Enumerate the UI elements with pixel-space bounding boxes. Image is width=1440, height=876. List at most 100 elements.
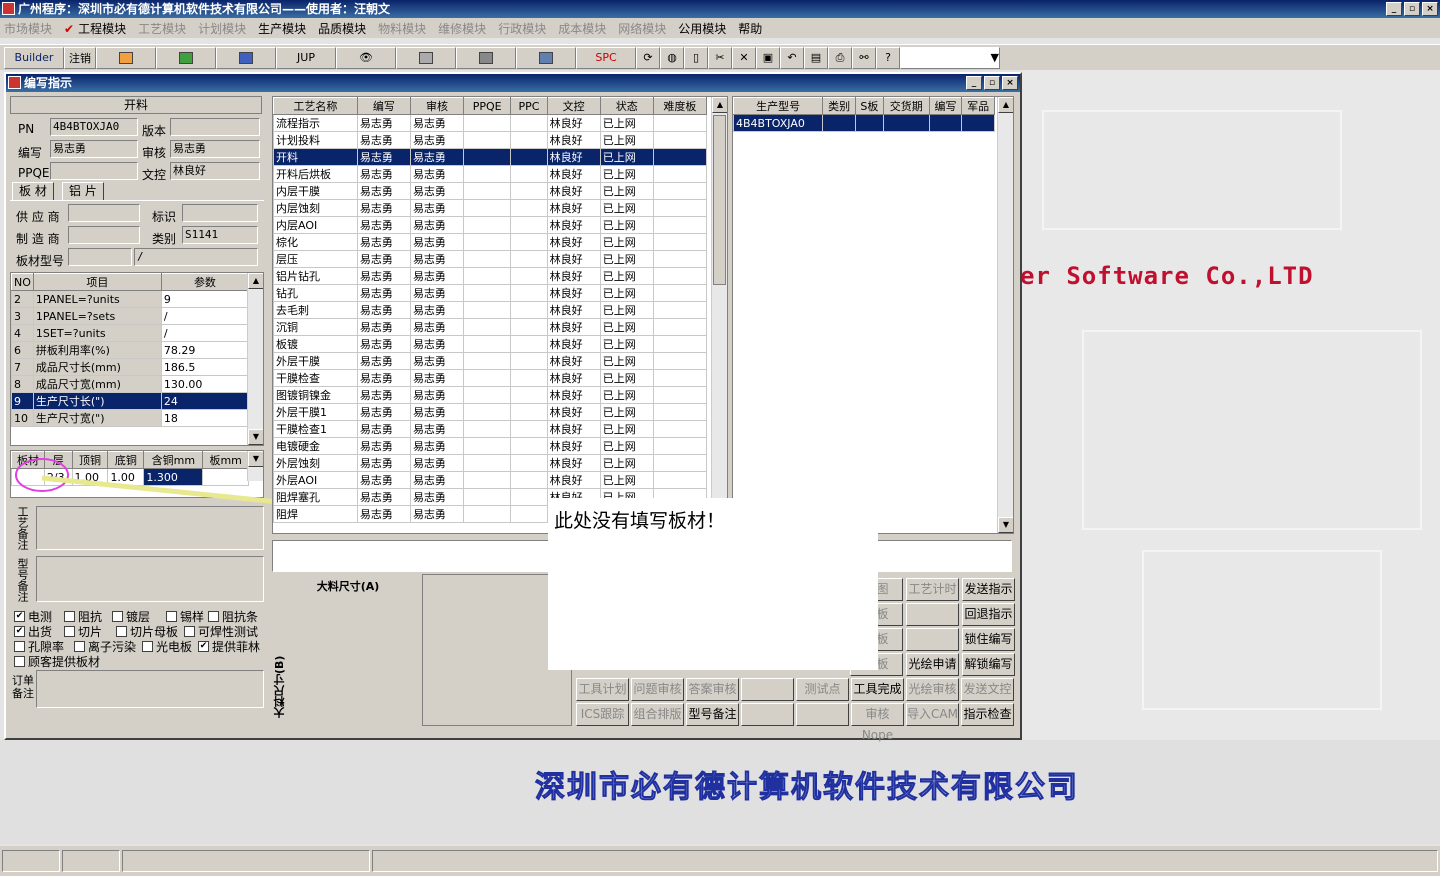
word-button[interactable] bbox=[216, 46, 276, 69]
table-row[interactable]: 层压 易志勇 易志勇 林良好 已上网 bbox=[273, 250, 708, 268]
menu-plan[interactable]: 计划模块 bbox=[198, 20, 246, 37]
menu-public[interactable]: 公用模块 bbox=[678, 20, 726, 37]
category-field[interactable]: S1141 bbox=[182, 226, 258, 244]
action-button[interactable]: 组合排版 bbox=[631, 703, 684, 726]
action-button[interactable]: 光绘申请 bbox=[906, 653, 959, 676]
table-row[interactable]: 去毛刺 易志勇 易志勇 林良好 已上网 bbox=[273, 301, 708, 319]
action-button[interactable] bbox=[796, 703, 849, 726]
action-button[interactable]: 锁住编写 bbox=[962, 628, 1015, 651]
action-button[interactable] bbox=[741, 678, 794, 701]
params-scrollbar[interactable]: ▲ ▼ bbox=[247, 273, 263, 445]
reviewer-field[interactable]: 易志勇 bbox=[170, 140, 260, 158]
action-button[interactable]: 审核Nope bbox=[851, 703, 904, 742]
checkbox-checked-icon[interactable]: ✔ bbox=[14, 611, 25, 622]
orders-header[interactable]: S板 bbox=[854, 97, 884, 115]
steps-header[interactable]: 难度板 bbox=[652, 97, 708, 115]
undo-button[interactable]: ↶ bbox=[780, 46, 804, 69]
option-checkbox[interactable]: 顾客提供板材 bbox=[14, 653, 100, 670]
database-button[interactable] bbox=[396, 46, 456, 69]
table-row[interactable]: 开料 易志勇 易志勇 林良好 已上网 bbox=[273, 148, 708, 166]
find-button[interactable]: ⚯ bbox=[852, 46, 876, 69]
eye-button[interactable]: 👁 bbox=[336, 46, 396, 69]
scroll-down-icon[interactable]: ▼ bbox=[248, 429, 263, 445]
scroll-up-icon[interactable]: ▲ bbox=[248, 273, 263, 289]
maximize-button[interactable]: ▫ bbox=[1404, 2, 1420, 16]
refresh-button[interactable]: ⟳ bbox=[636, 46, 660, 69]
mark-field[interactable] bbox=[182, 204, 258, 222]
menu-quality[interactable]: 品质模块 bbox=[318, 20, 366, 37]
doc-field[interactable]: 林良好 bbox=[170, 162, 260, 180]
new-button[interactable]: ▯ bbox=[684, 46, 708, 69]
menu-engineering[interactable]: ✔ 工程模块 bbox=[64, 20, 126, 37]
checkbox-empty-icon[interactable] bbox=[116, 626, 127, 637]
menu-cost[interactable]: 成本模块 bbox=[558, 20, 606, 37]
orders-header[interactable]: 交货期 bbox=[882, 97, 930, 115]
action-button[interactable]: 工艺计时 bbox=[906, 578, 959, 601]
help-button[interactable]: ? bbox=[876, 46, 900, 69]
table-row[interactable]: 铝片钻孔 易志勇 易志勇 林良好 已上网 bbox=[273, 267, 708, 285]
model2-field[interactable]: / bbox=[134, 248, 258, 266]
version-field[interactable] bbox=[170, 118, 260, 136]
steps-header[interactable]: 审核 bbox=[409, 97, 465, 115]
jup-button[interactable]: JUP bbox=[276, 46, 336, 69]
steps-header[interactable]: 工艺名称 bbox=[273, 97, 358, 115]
menu-help[interactable]: 帮助 bbox=[738, 20, 762, 37]
steps-header[interactable]: 状态 bbox=[599, 97, 654, 115]
table-row[interactable]: 钻孔 易志勇 易志勇 林良好 已上网 bbox=[273, 284, 708, 302]
order-remark-field[interactable] bbox=[36, 670, 264, 708]
action-button[interactable]: 答案审核 bbox=[686, 678, 739, 701]
table-row[interactable]: 干膜检查1 易志勇 易志勇 林良好 已上网 bbox=[273, 420, 708, 438]
steps-header[interactable]: PPC bbox=[510, 97, 548, 115]
steps-header[interactable]: PPQE bbox=[463, 97, 512, 115]
table-row[interactable]: 6 拼板利用率(%) 78.29 bbox=[11, 341, 250, 359]
table-row[interactable]: 10 生产尺寸宽(") 18 bbox=[11, 409, 250, 427]
action-button[interactable] bbox=[906, 603, 959, 626]
model-field[interactable] bbox=[68, 248, 132, 266]
builder-button[interactable]: Builder bbox=[4, 46, 64, 69]
checkbox-empty-icon[interactable] bbox=[64, 611, 75, 622]
network-button[interactable] bbox=[456, 46, 516, 69]
steps-header[interactable]: 文控 bbox=[546, 97, 601, 115]
table-row[interactable]: 8 成品尺寸宽(mm) 130.00 bbox=[11, 375, 250, 393]
table-row[interactable]: 开料后烘板 易志勇 易志勇 林良好 已上网 bbox=[273, 165, 708, 183]
checkbox-empty-icon[interactable] bbox=[14, 656, 25, 667]
computer-button[interactable] bbox=[516, 46, 576, 69]
table-row[interactable]: 外层蚀刻 易志勇 易志勇 林良好 已上网 bbox=[273, 454, 708, 472]
action-button[interactable]: 指示检查 bbox=[961, 703, 1014, 726]
option-checkbox[interactable]: 光电板 bbox=[142, 638, 192, 655]
table-row[interactable]: 内层干膜 易志勇 易志勇 林良好 已上网 bbox=[273, 182, 708, 200]
action-button[interactable]: 发送指示 bbox=[962, 578, 1015, 601]
toolbar-combo[interactable]: ▼ bbox=[900, 46, 1000, 69]
menu-production[interactable]: 生产模块 bbox=[258, 20, 306, 37]
table-row[interactable]: 3 1PANEL=?sets / bbox=[11, 307, 250, 325]
table-row[interactable]: 干膜检查 易志勇 易志勇 林良好 已上网 bbox=[273, 369, 708, 387]
action-button[interactable] bbox=[906, 628, 959, 651]
action-button[interactable]: 发送文控 bbox=[961, 678, 1014, 701]
save-button[interactable]: ▣ bbox=[756, 46, 780, 69]
checkbox-checked-icon[interactable]: ✔ bbox=[198, 641, 209, 652]
menu-process[interactable]: 工艺模块 bbox=[138, 20, 186, 37]
table-row[interactable]: 外层干膜1 易志勇 易志勇 林良好 已上网 bbox=[273, 403, 708, 421]
table-row[interactable]: 板镀 易志勇 易志勇 林良好 已上网 bbox=[273, 335, 708, 353]
logout-button[interactable]: 注销 bbox=[64, 46, 96, 69]
pn-field[interactable]: 4B4BTOXJA0 bbox=[50, 118, 138, 136]
table-row[interactable]: 电镀硬金 易志勇 易志勇 林良好 已上网 bbox=[273, 437, 708, 455]
checkbox-empty-icon[interactable] bbox=[64, 626, 75, 637]
process-remark-field[interactable] bbox=[36, 506, 264, 550]
table-row[interactable]: 计划投料 易志勇 易志勇 林良好 已上网 bbox=[273, 131, 708, 149]
close-button[interactable]: × bbox=[1422, 2, 1438, 16]
action-button[interactable]: 测试点 bbox=[796, 678, 849, 701]
steps-header[interactable]: 编写 bbox=[356, 97, 411, 115]
checkbox-empty-icon[interactable] bbox=[74, 641, 85, 652]
orders-header[interactable]: 编写 bbox=[928, 97, 963, 115]
supplier-field[interactable] bbox=[68, 204, 140, 222]
table-row[interactable]: 流程指示 易志勇 易志勇 林良好 已上网 bbox=[273, 114, 708, 132]
print-button[interactable]: ⎙ bbox=[828, 46, 852, 69]
action-button[interactable]: 导入CAM bbox=[906, 703, 959, 726]
model-remark-field[interactable] bbox=[36, 556, 264, 602]
action-button[interactable]: 解锁编写 bbox=[962, 653, 1015, 676]
checkbox-empty-icon[interactable] bbox=[142, 641, 153, 652]
table-row[interactable]: 4 1SET=?units / bbox=[11, 324, 250, 342]
checkbox-checked-icon[interactable]: ✔ bbox=[14, 626, 25, 637]
orders-header[interactable]: 军品 bbox=[961, 97, 995, 115]
